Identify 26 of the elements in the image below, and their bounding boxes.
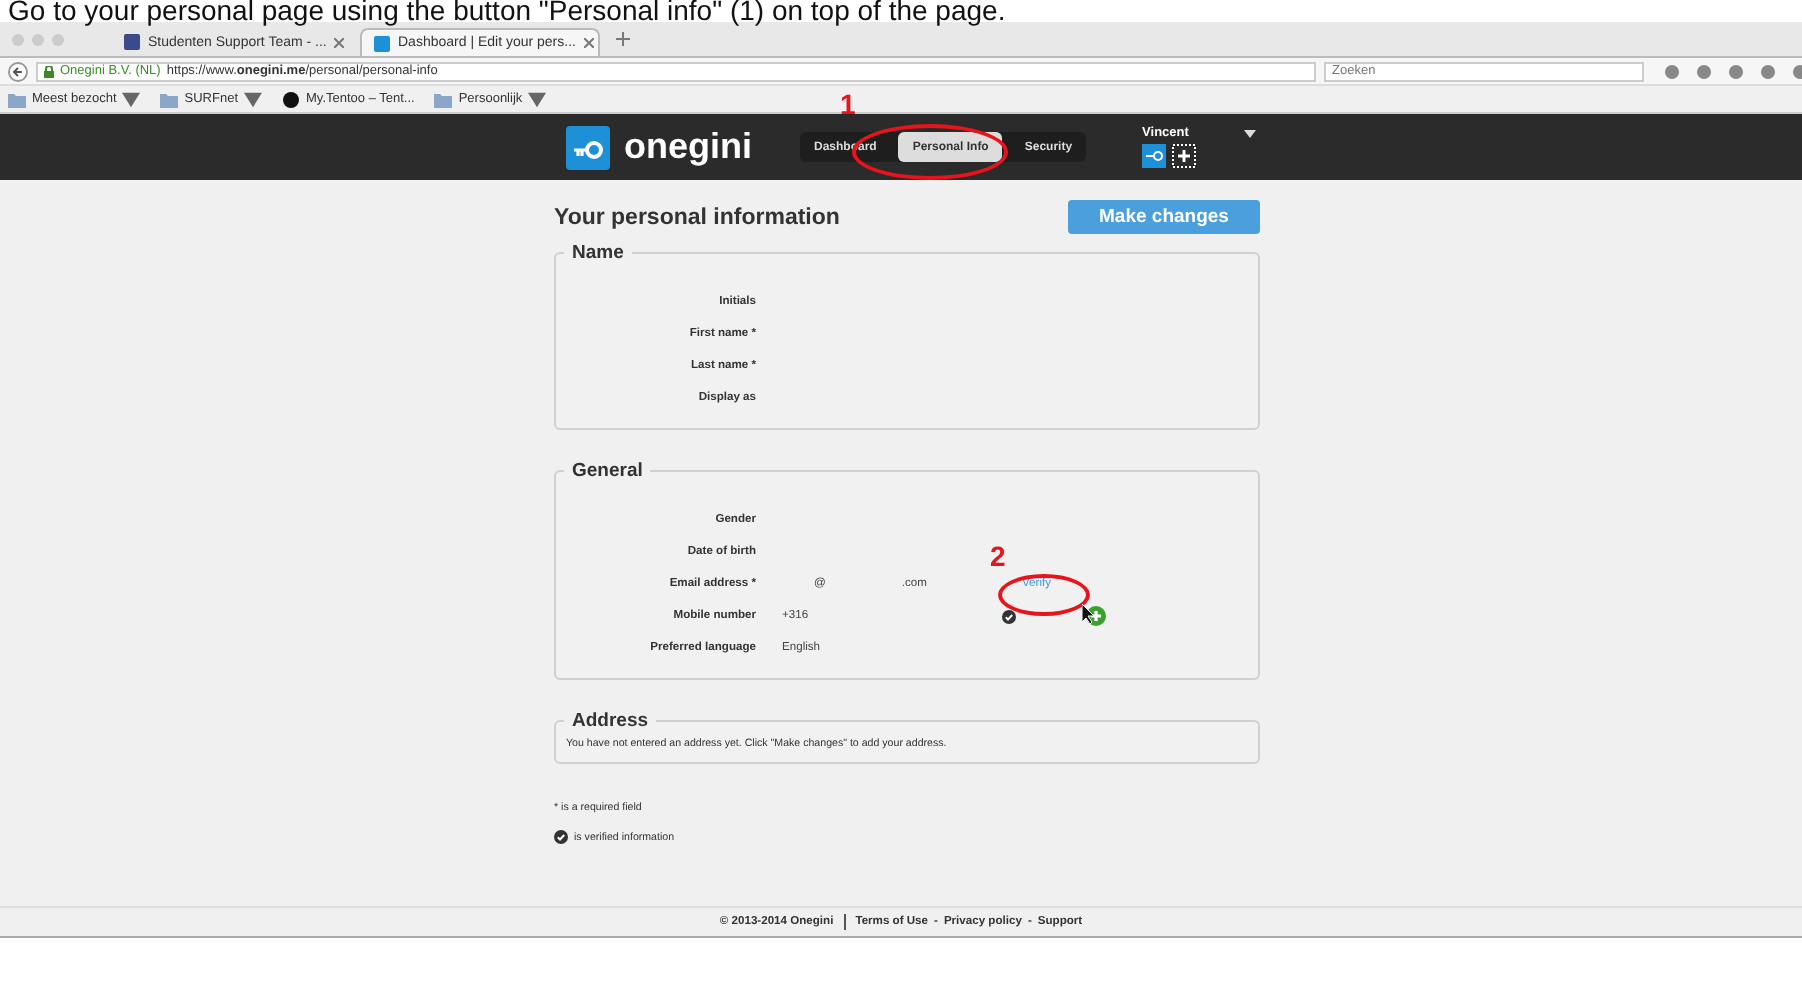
annotation-number: 1 — [840, 88, 856, 120]
new-tab-icon[interactable] — [616, 32, 630, 46]
key-icon[interactable] — [1142, 144, 1167, 168]
section-title: General — [570, 460, 645, 482]
caret-icon[interactable] — [528, 91, 547, 107]
close-icon[interactable] — [334, 37, 345, 47]
folder-icon[interactable] — [434, 91, 453, 107]
close-icon[interactable] — [583, 38, 594, 48]
logo-icon — [566, 125, 610, 169]
caret-icon[interactable] — [244, 91, 263, 107]
site-icon — [124, 34, 140, 50]
caret-icon[interactable] — [122, 91, 141, 107]
section-title: Name — [570, 242, 626, 264]
annotation-number: 2 — [990, 540, 1006, 572]
folder-icon[interactable] — [160, 91, 179, 107]
lock-icon — [44, 65, 54, 77]
add-icon[interactable] — [1172, 144, 1197, 168]
section-title: Address — [570, 710, 651, 732]
page-title: Your personal information — [554, 205, 840, 229]
cursor-icon — [1082, 604, 1096, 624]
back-icon[interactable] — [8, 61, 28, 81]
site-icon[interactable] — [282, 91, 301, 107]
caret-icon[interactable] — [1244, 129, 1257, 137]
folder-icon[interactable] — [8, 91, 26, 107]
site-icon — [374, 35, 390, 51]
logo-text: onegini — [624, 126, 752, 168]
